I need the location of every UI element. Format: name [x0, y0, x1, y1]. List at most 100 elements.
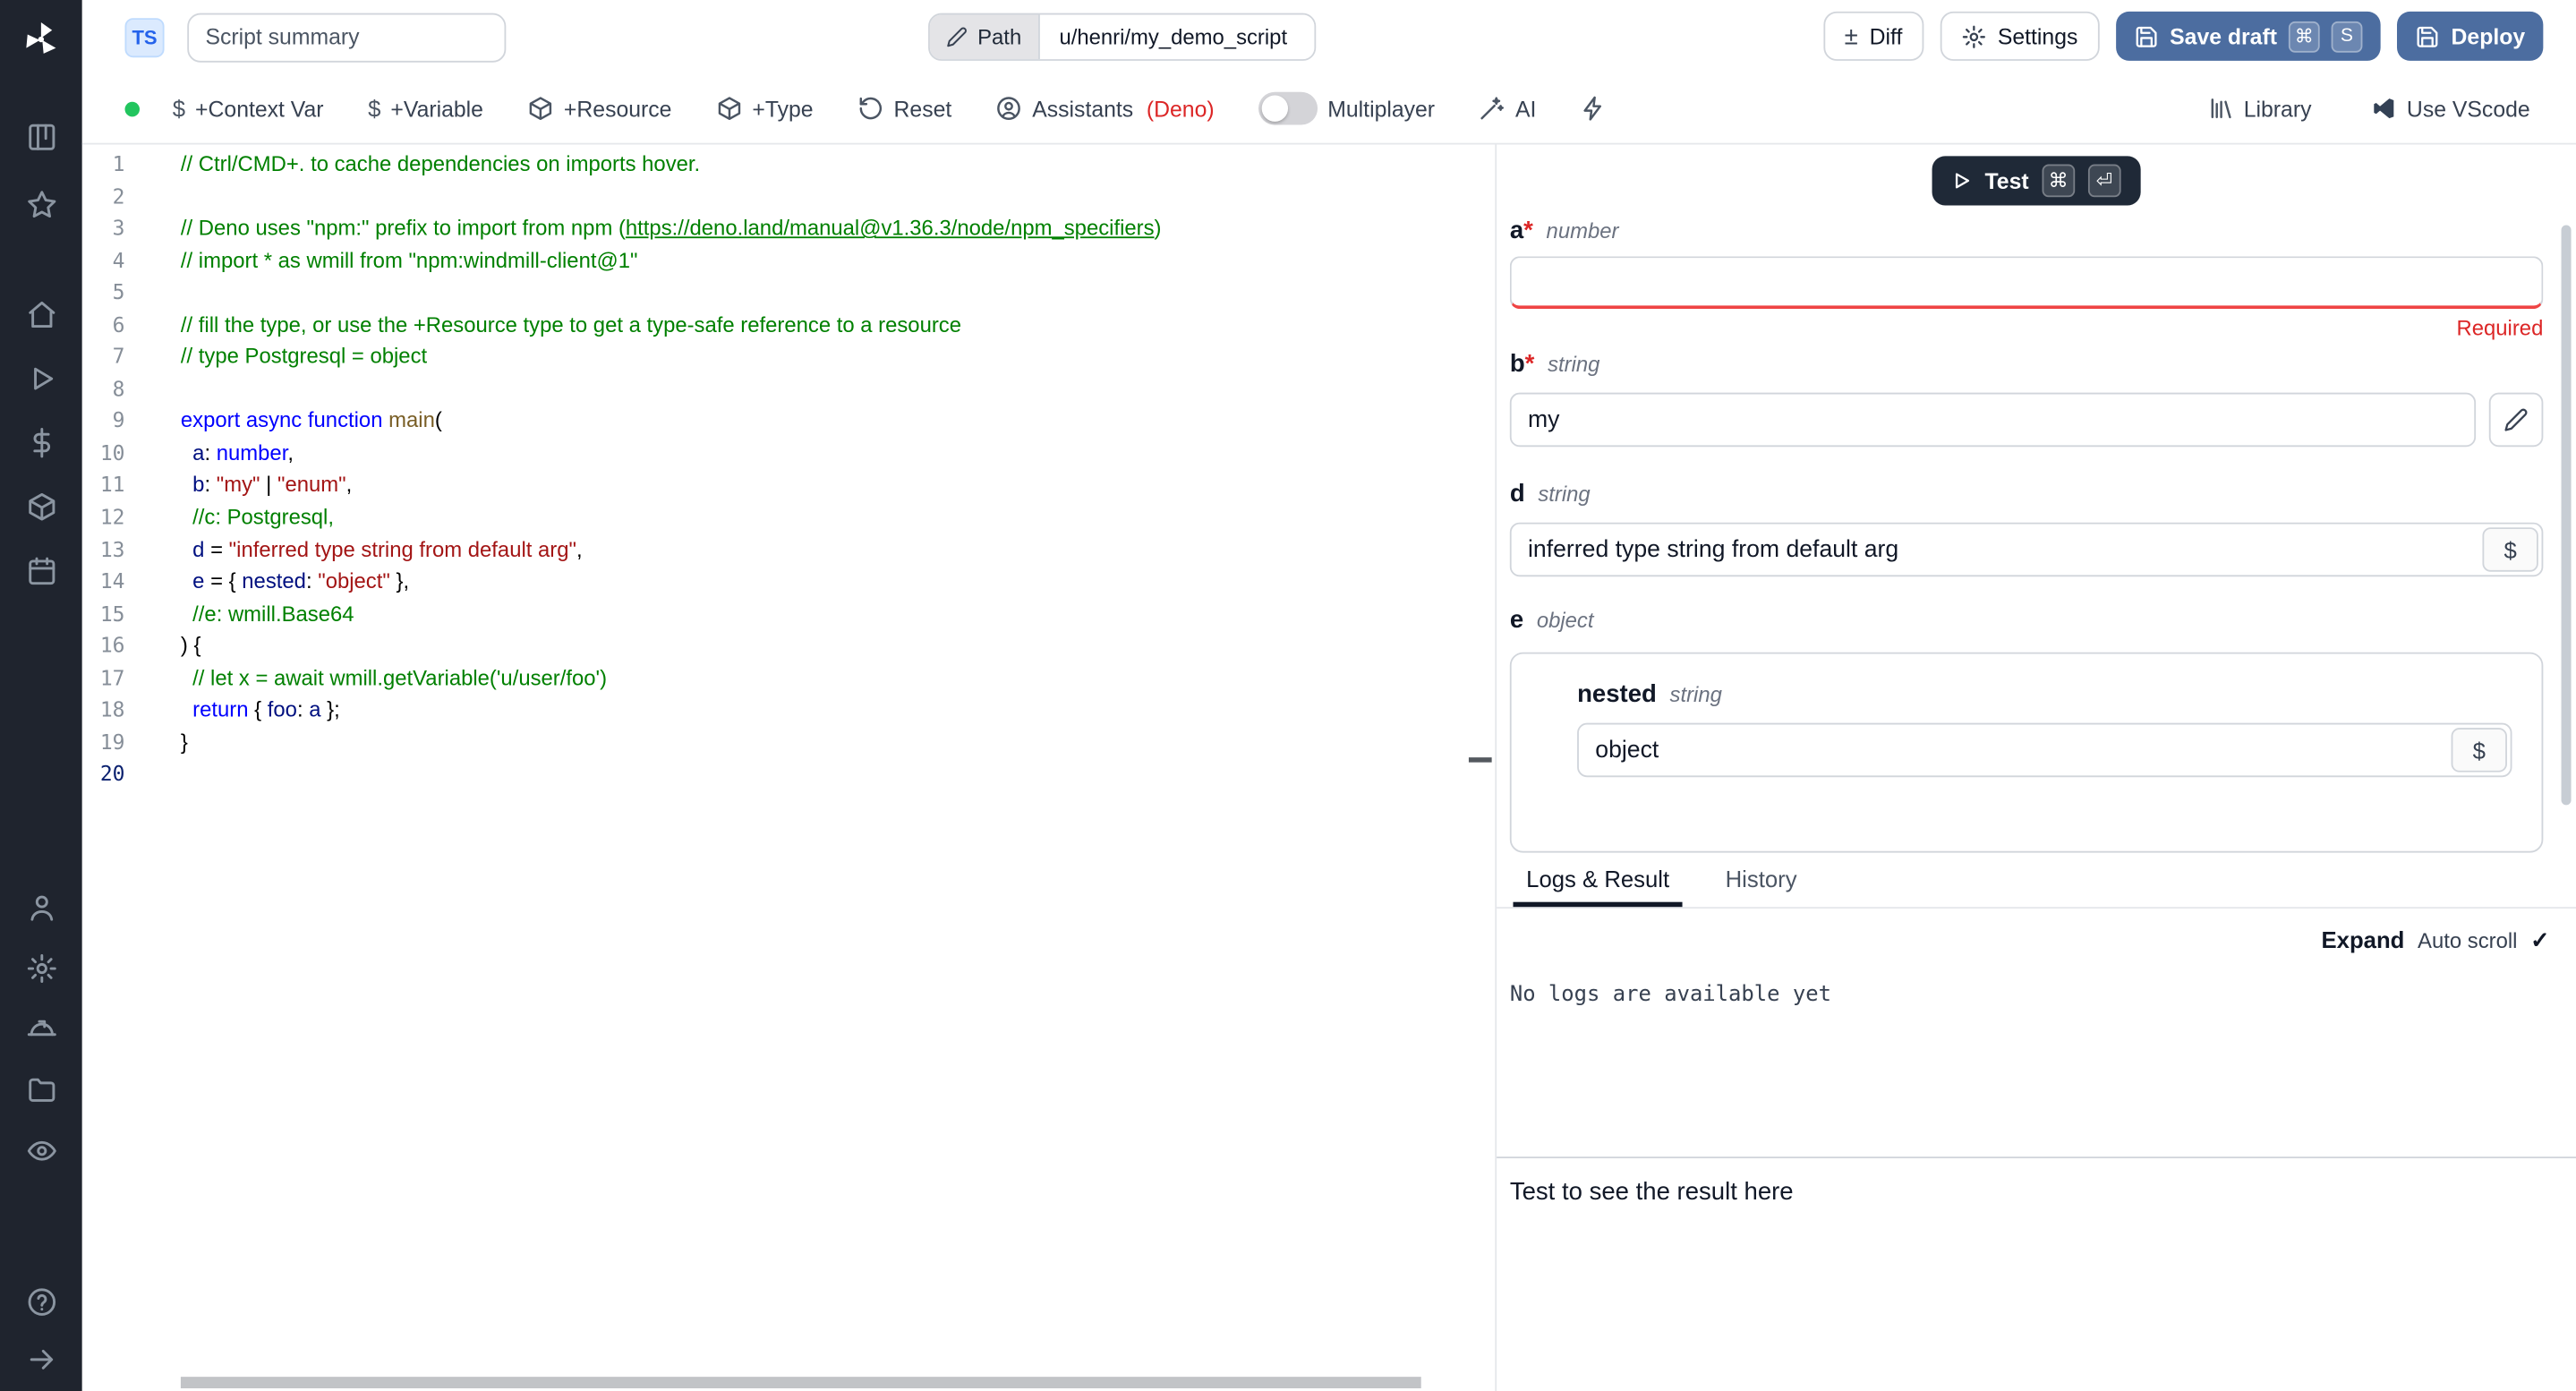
- code-line[interactable]: b: "my" | "enum",: [181, 469, 1495, 501]
- save-draft-button[interactable]: Save draft ⌘ S: [2115, 11, 2381, 61]
- code-line[interactable]: // Deno uses "npm:" prefix to import fro…: [181, 212, 1495, 244]
- add-context-var-button[interactable]: $ +Context Var: [173, 95, 324, 121]
- trigger-button[interactable]: [1581, 95, 1607, 121]
- field-nested-input[interactable]: [1577, 722, 2512, 778]
- code-line[interactable]: // Ctrl/CMD+. to cache dependencies on i…: [181, 148, 1495, 180]
- field-b-name: b*: [1509, 349, 1535, 379]
- reset-button[interactable]: Reset: [857, 95, 951, 121]
- horizontal-scrollbar[interactable]: [180, 1377, 1421, 1388]
- assistants-button[interactable]: Assistants (Deno): [996, 95, 1215, 121]
- ai-button[interactable]: AI: [1480, 95, 1536, 121]
- field-b-edit-button[interactable]: [2488, 392, 2544, 448]
- add-variable-button[interactable]: $ +Variable: [368, 95, 483, 121]
- collapse-arrow-right-icon[interactable]: [25, 1344, 56, 1375]
- use-vscode-label: Use VScode: [2406, 96, 2530, 121]
- code-line[interactable]: [181, 277, 1495, 309]
- use-vscode-button[interactable]: Use VScode: [2371, 95, 2530, 121]
- board-icon[interactable]: [25, 122, 56, 153]
- folders-icon[interactable]: [25, 1074, 56, 1105]
- field-d-input[interactable]: [1509, 522, 2544, 577]
- code-line[interactable]: // fill the type, or use the +Resource t…: [181, 309, 1495, 341]
- field-a-input[interactable]: [1509, 256, 2544, 310]
- autoscroll-label: Auto scroll: [2418, 927, 2518, 952]
- field-nested-variable-picker-button[interactable]: $: [2451, 728, 2507, 772]
- code-line[interactable]: // type Postgresql = object: [181, 340, 1495, 372]
- path-control[interactable]: Path u/henri/my_demo_script: [928, 13, 1316, 61]
- code-line[interactable]: return { foo: a };: [181, 694, 1495, 726]
- home-icon[interactable]: [25, 299, 56, 330]
- windmill-logo-icon[interactable]: [15, 13, 68, 66]
- sidebar: [0, 0, 82, 1391]
- settings-gear-icon[interactable]: [25, 953, 56, 985]
- field-b-input[interactable]: [1509, 392, 2477, 448]
- sidebar-group-main: [25, 299, 56, 586]
- test-button[interactable]: Test ⌘ ⏎: [1932, 156, 2141, 206]
- variables-dollar-icon[interactable]: [25, 427, 56, 458]
- autoscroll-checkbox[interactable]: ✓: [2530, 926, 2550, 953]
- field-d-variable-picker-button[interactable]: $: [2482, 527, 2538, 572]
- audit-eye-icon[interactable]: [25, 1135, 56, 1166]
- status-dot: [124, 100, 141, 116]
- sidebar-group-bottom: [25, 1286, 56, 1375]
- code-line[interactable]: //c: Postgresql,: [181, 501, 1495, 533]
- settings-button[interactable]: Settings: [1940, 11, 2100, 61]
- code-line[interactable]: // let x = await wmill.getVariable('u/us…: [181, 661, 1495, 694]
- add-resource-button[interactable]: +Resource: [528, 95, 671, 121]
- path-label: Path: [977, 24, 1022, 50]
- resources-cube-icon[interactable]: [25, 491, 56, 523]
- reset-label: Reset: [893, 96, 952, 121]
- line-number: 12: [99, 504, 125, 530]
- users-icon[interactable]: [25, 892, 56, 924]
- code-line[interactable]: }: [181, 726, 1495, 758]
- editor-code[interactable]: // Ctrl/CMD+. to cache dependencies on i…: [181, 148, 1495, 790]
- add-type-button[interactable]: +Type: [716, 95, 814, 121]
- script-summary-input[interactable]: [187, 12, 507, 62]
- plus-minus-icon: ±: [1844, 21, 1858, 50]
- diff-button[interactable]: ± Diff: [1822, 11, 1924, 61]
- deploy-button[interactable]: Deploy: [2396, 11, 2544, 61]
- tab-history[interactable]: History: [1712, 866, 1810, 907]
- diff-label: Diff: [1869, 23, 1903, 49]
- wand-icon: [1481, 97, 1505, 120]
- code-line[interactable]: [181, 180, 1495, 212]
- schedules-calendar-icon[interactable]: [25, 555, 56, 586]
- code-line[interactable]: e = { nested: "object" },: [181, 566, 1495, 598]
- help-icon[interactable]: [25, 1286, 56, 1318]
- code-line[interactable]: a: number,: [181, 437, 1495, 469]
- code-line[interactable]: [181, 372, 1495, 405]
- code-line[interactable]: // import * as wmill from "npm:windmill-…: [181, 244, 1495, 277]
- code-line[interactable]: export async function main(: [181, 405, 1495, 437]
- logs-header: Expand Auto scroll ✓: [1497, 909, 2576, 958]
- lightning-icon: [1583, 96, 1602, 121]
- code-line[interactable]: ) {: [181, 629, 1495, 661]
- assistants-lang[interactable]: (Deno): [1147, 96, 1215, 121]
- field-b-type: string: [1548, 351, 1600, 377]
- vertical-scrollbar[interactable]: [2561, 225, 2572, 806]
- multiplayer-toggle[interactable]: [1258, 91, 1318, 125]
- runs-play-icon[interactable]: [25, 363, 56, 395]
- workers-hardhat-icon[interactable]: [25, 1014, 56, 1045]
- star-icon[interactable]: [25, 189, 56, 220]
- line-number: 5: [112, 279, 125, 304]
- cmd-key-chip: ⌘: [2042, 164, 2076, 198]
- code-editor[interactable]: 1 2 3 4 5 6 7 8 9 10 11 12 13 14 15 16 17 18 19 20 // Ctrl/…: [81, 144, 1496, 1391]
- expand-button[interactable]: Expand: [2322, 926, 2405, 952]
- pencil-icon: [2504, 408, 2528, 431]
- tab-logs-result[interactable]: Logs & Result: [1513, 866, 1683, 908]
- code-line[interactable]: //e: wmill.Base64: [181, 597, 1495, 629]
- line-number: 6: [112, 311, 125, 337]
- pencil-icon: [947, 27, 967, 47]
- code-line[interactable]: d = "inferred type string from default a…: [181, 533, 1495, 566]
- field-e: e object nested string $: [1509, 606, 2544, 853]
- library-button[interactable]: Library: [2207, 95, 2311, 121]
- line-number: 19: [99, 729, 125, 755]
- field-e-name: e: [1509, 606, 1524, 635]
- code-line[interactable]: [181, 758, 1495, 790]
- line-number: 14: [99, 568, 125, 593]
- windmill-script-editor: TS Path u/henri/my_demo_script ± Diff Se…: [0, 0, 2576, 1391]
- path-edit-button[interactable]: Path: [929, 14, 1038, 60]
- field-a-type: number: [1546, 218, 1619, 243]
- toolbar-right: Library Use VScode: [2207, 95, 2530, 121]
- top-header: TS Path u/henri/my_demo_script ± Diff Se…: [81, 0, 2576, 74]
- deploy-label: Deploy: [2451, 23, 2526, 49]
